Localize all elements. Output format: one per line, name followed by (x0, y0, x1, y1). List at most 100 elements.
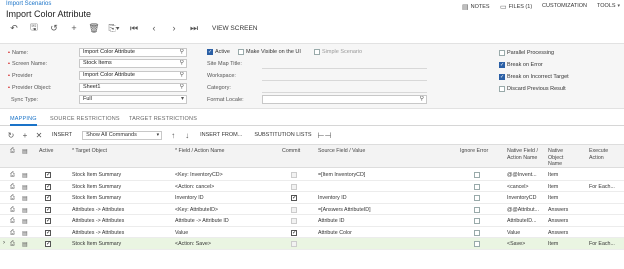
checkbox[interactable] (499, 74, 505, 80)
field-action-cell[interactable]: Value (175, 230, 275, 236)
search-icon[interactable]: ⚲ (180, 72, 184, 79)
notes-icon[interactable]: ▤ (22, 172, 28, 179)
source-field-cell[interactable]: Inventory ID (318, 195, 448, 201)
active-checkbox[interactable]: Active (207, 49, 230, 55)
header-commit[interactable]: Commit (282, 148, 300, 155)
commit-checkbox[interactable] (291, 172, 297, 178)
discard-previous-result-checkbox[interactable]: Discard Previous Result (499, 86, 566, 92)
screen-name-field[interactable]: Stock Items ⚲ (79, 59, 187, 68)
header-native-field[interactable]: Native Field / Action Name (507, 148, 543, 161)
break-on-incorrect-target-checkbox[interactable]: Break on Incorrect Target (499, 74, 569, 80)
active-checkbox[interactable] (45, 217, 51, 224)
ignore-error-checkbox[interactable] (474, 195, 480, 201)
add-icon[interactable]: + (64, 23, 84, 33)
move-up-icon[interactable]: ↑ (166, 131, 180, 140)
field-action-cell[interactable]: Inventory ID (175, 195, 275, 201)
tab-target-restrictions[interactable]: TARGET RESTRICTIONS (129, 116, 197, 122)
table-row[interactable]: ⎙ ▤ Stock Item Summary <Action: cancel> <can… (0, 180, 624, 192)
target-object-cell[interactable]: Attributes -> Attributes (72, 207, 167, 213)
add-row-icon[interactable]: + (18, 131, 32, 140)
header-native-object[interactable]: Native Object Name (548, 148, 576, 168)
attachment-icon[interactable]: ⎙ (10, 184, 15, 191)
search-icon[interactable]: ⚲ (180, 84, 184, 91)
notes-icon[interactable]: ▤ (22, 230, 28, 237)
notes-icon[interactable]: ▤ (22, 207, 28, 214)
table-row[interactable]: ⎙ ▤ Stock Item Summary Inventory ID Inventor… (0, 192, 624, 204)
notes-button[interactable]: ▤ NOTES (462, 3, 490, 11)
copy-paste-icon[interactable]: ⎘▾ (104, 23, 124, 34)
ignore-error-checkbox[interactable] (474, 172, 480, 178)
header-field-action-name[interactable]: * Field / Action Name (175, 148, 224, 155)
attachment-icon[interactable]: ⎙ (10, 172, 15, 179)
next-record-icon[interactable]: › (164, 23, 184, 33)
table-row[interactable]: › ⎙ ▤ Stock Item Summary <Action: Save> <Save… (0, 238, 624, 250)
target-object-cell[interactable]: Stock Item Summary (72, 184, 167, 190)
name-field[interactable]: Import Color Attribute ⚲ (79, 48, 187, 57)
checkbox[interactable] (238, 49, 244, 55)
ignore-error-checkbox[interactable] (474, 218, 480, 224)
active-checkbox[interactable] (45, 171, 51, 178)
save-icon[interactable]: 🖫 (24, 20, 44, 36)
search-icon[interactable]: ⚲ (180, 49, 184, 56)
header-execute-action[interactable]: Execute Action (589, 148, 619, 161)
last-record-icon[interactable]: ⏭ (184, 23, 204, 34)
checkbox[interactable] (499, 50, 505, 56)
break-on-error-checkbox[interactable]: Break on Error (499, 62, 543, 68)
active-checkbox[interactable] (45, 183, 51, 190)
ignore-error-checkbox[interactable] (474, 229, 480, 236)
header-source-field-value[interactable]: Source Field / Value (318, 148, 365, 155)
table-row[interactable]: ⎙ ▤ Attributes -> Attributes Value Attribute… (0, 226, 624, 238)
target-object-cell[interactable]: Stock Item Summary (72, 172, 167, 178)
attachment-icon[interactable]: ⎙ (10, 207, 15, 214)
target-object-cell[interactable]: Stock Item Summary (72, 241, 167, 247)
active-checkbox[interactable] (45, 206, 51, 213)
commit-checkbox[interactable] (291, 241, 297, 247)
target-object-cell[interactable]: Stock Item Summary (72, 195, 167, 201)
files-button[interactable]: ▭ FILES (1) (500, 3, 532, 11)
search-icon[interactable]: ⚲ (180, 60, 184, 67)
workspace-field[interactable] (262, 80, 427, 81)
tab-mapping[interactable]: MAPPING (10, 116, 37, 126)
breadcrumb[interactable]: Import Scenarios (6, 1, 51, 7)
header-active[interactable]: Active (39, 148, 53, 155)
source-field-cell[interactable]: =[Item InventoryCD] (318, 172, 448, 178)
customization-button[interactable]: CUSTOMIZATION (542, 3, 587, 9)
revert-icon[interactable]: ↺ (44, 23, 64, 34)
commit-checkbox[interactable] (291, 218, 297, 224)
view-screen-button[interactable]: VIEW SCREEN (212, 25, 258, 32)
source-field-cell[interactable]: Attribute Color (318, 230, 448, 236)
delete-row-icon[interactable]: ✕ (32, 131, 46, 140)
notes-icon[interactable]: ▤ (22, 241, 28, 248)
provider-field[interactable]: Import Color Attribute ⚲ (79, 71, 187, 80)
simple-scenario-checkbox[interactable]: Simple Scenario (314, 49, 362, 55)
first-record-icon[interactable]: ⏮ (124, 23, 144, 34)
delete-icon[interactable]: 🗑 (84, 23, 104, 34)
tab-source-restrictions[interactable]: SOURCE RESTRICTIONS (50, 116, 120, 122)
site-map-title-field[interactable] (262, 68, 427, 69)
table-row[interactable]: ⎙ ▤ Attributes -> Attributes Attribute -> A… (0, 215, 624, 227)
notes-icon[interactable]: ▤ (22, 184, 28, 191)
field-action-cell[interactable]: <Action: Save> (175, 241, 275, 247)
notes-icon[interactable]: ▤ (22, 218, 28, 225)
undo-icon[interactable]: ↶ (4, 23, 24, 34)
target-object-cell[interactable]: Attributes -> Attributes (72, 230, 167, 236)
active-checkbox[interactable] (45, 194, 51, 201)
commit-checkbox[interactable] (291, 206, 297, 213)
execute-action-cell[interactable]: For Each... (589, 184, 623, 190)
fit-columns-icon[interactable]: ⊢⊣ (318, 131, 332, 140)
ignore-error-checkbox[interactable] (474, 206, 480, 213)
table-row[interactable]: ⎙ ▤ Attributes -> Attributes <Key: Attribut… (0, 203, 624, 215)
source-field-cell[interactable]: =[Answers AttributeID] (318, 207, 448, 213)
field-action-cell[interactable]: <Action: cancel> (175, 184, 275, 190)
ignore-error-checkbox[interactable] (474, 241, 480, 247)
active-checkbox[interactable] (45, 229, 51, 236)
attachment-icon[interactable]: ⎙ (10, 241, 15, 248)
target-object-cell[interactable]: Attributes -> Attributes (72, 218, 167, 224)
attachment-icon[interactable]: ⎙ (10, 230, 15, 237)
checkbox[interactable] (499, 86, 505, 92)
category-field[interactable] (262, 92, 427, 93)
provider-object-field[interactable]: Sheet1 ⚲ (79, 83, 187, 92)
tools-button[interactable]: TOOLS ▾ (597, 3, 622, 9)
commit-checkbox[interactable] (291, 229, 297, 236)
checkbox[interactable] (499, 62, 505, 68)
